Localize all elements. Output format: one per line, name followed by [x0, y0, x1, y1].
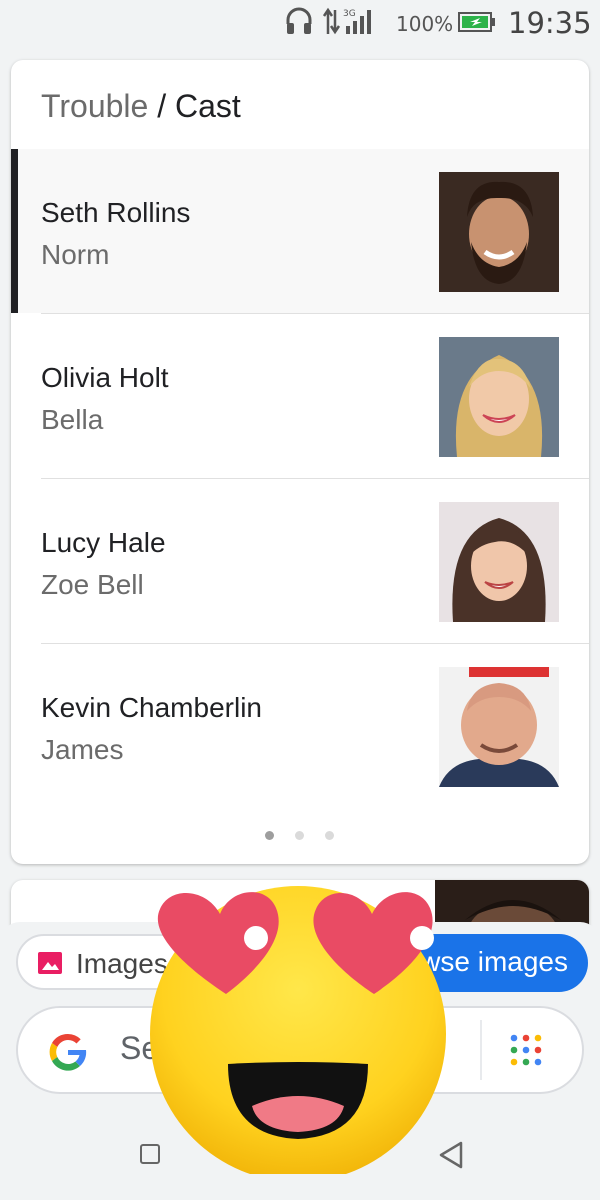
headset-icon	[286, 7, 312, 34]
character-name: Zoe Bell	[41, 569, 144, 600]
google-g-icon	[49, 1033, 87, 1071]
cast-item-lucy-hale[interactable]: Lucy Hale Zoe Bell	[11, 479, 589, 643]
search-divider	[480, 1020, 482, 1080]
status-bar: 3G 100% 19:35	[0, 0, 600, 46]
actor-name: Seth Rollins	[41, 197, 191, 228]
image-icon	[38, 952, 62, 974]
page-dot[interactable]	[295, 831, 304, 840]
battery-percent: 100%	[396, 12, 454, 36]
network-type-label: 3G	[343, 9, 356, 19]
cast-card: Trouble / Cast Seth Rollins Norm Olivia …	[11, 60, 589, 864]
cast-item-kevin-chamberlin[interactable]: Kevin Chamberlin James	[11, 644, 589, 808]
actor-name: Olivia Holt	[41, 362, 169, 393]
signal-icon: 3G	[322, 7, 371, 35]
apps-grid-icon[interactable]	[508, 1032, 544, 1068]
actor-photo	[439, 337, 559, 457]
character-name: James	[41, 734, 124, 765]
page-dot-active[interactable]	[265, 831, 274, 840]
actor-photo	[439, 502, 559, 622]
breadcrumb-parent[interactable]: Trouble	[41, 88, 148, 124]
heart-eyes-emoji	[150, 886, 446, 1174]
cast-item-seth-rollins[interactable]: Seth Rollins Norm	[11, 149, 589, 313]
actor-photo	[439, 667, 559, 787]
breadcrumb-separator: /	[148, 88, 175, 124]
character-name: Norm	[41, 239, 110, 270]
actor-name: Lucy Hale	[41, 527, 166, 558]
clock: 19:35	[508, 6, 592, 40]
actor-photo	[439, 172, 559, 292]
selected-indicator	[11, 149, 18, 313]
actor-name: Kevin Chamberlin	[41, 692, 262, 723]
page-dot[interactable]	[325, 831, 334, 840]
breadcrumb: Trouble / Cast	[41, 88, 241, 125]
cast-item-olivia-holt[interactable]: Olivia Holt Bella	[11, 314, 589, 478]
battery-icon	[458, 12, 495, 32]
character-name: Bella	[41, 404, 104, 435]
breadcrumb-current: Cast	[174, 88, 241, 124]
